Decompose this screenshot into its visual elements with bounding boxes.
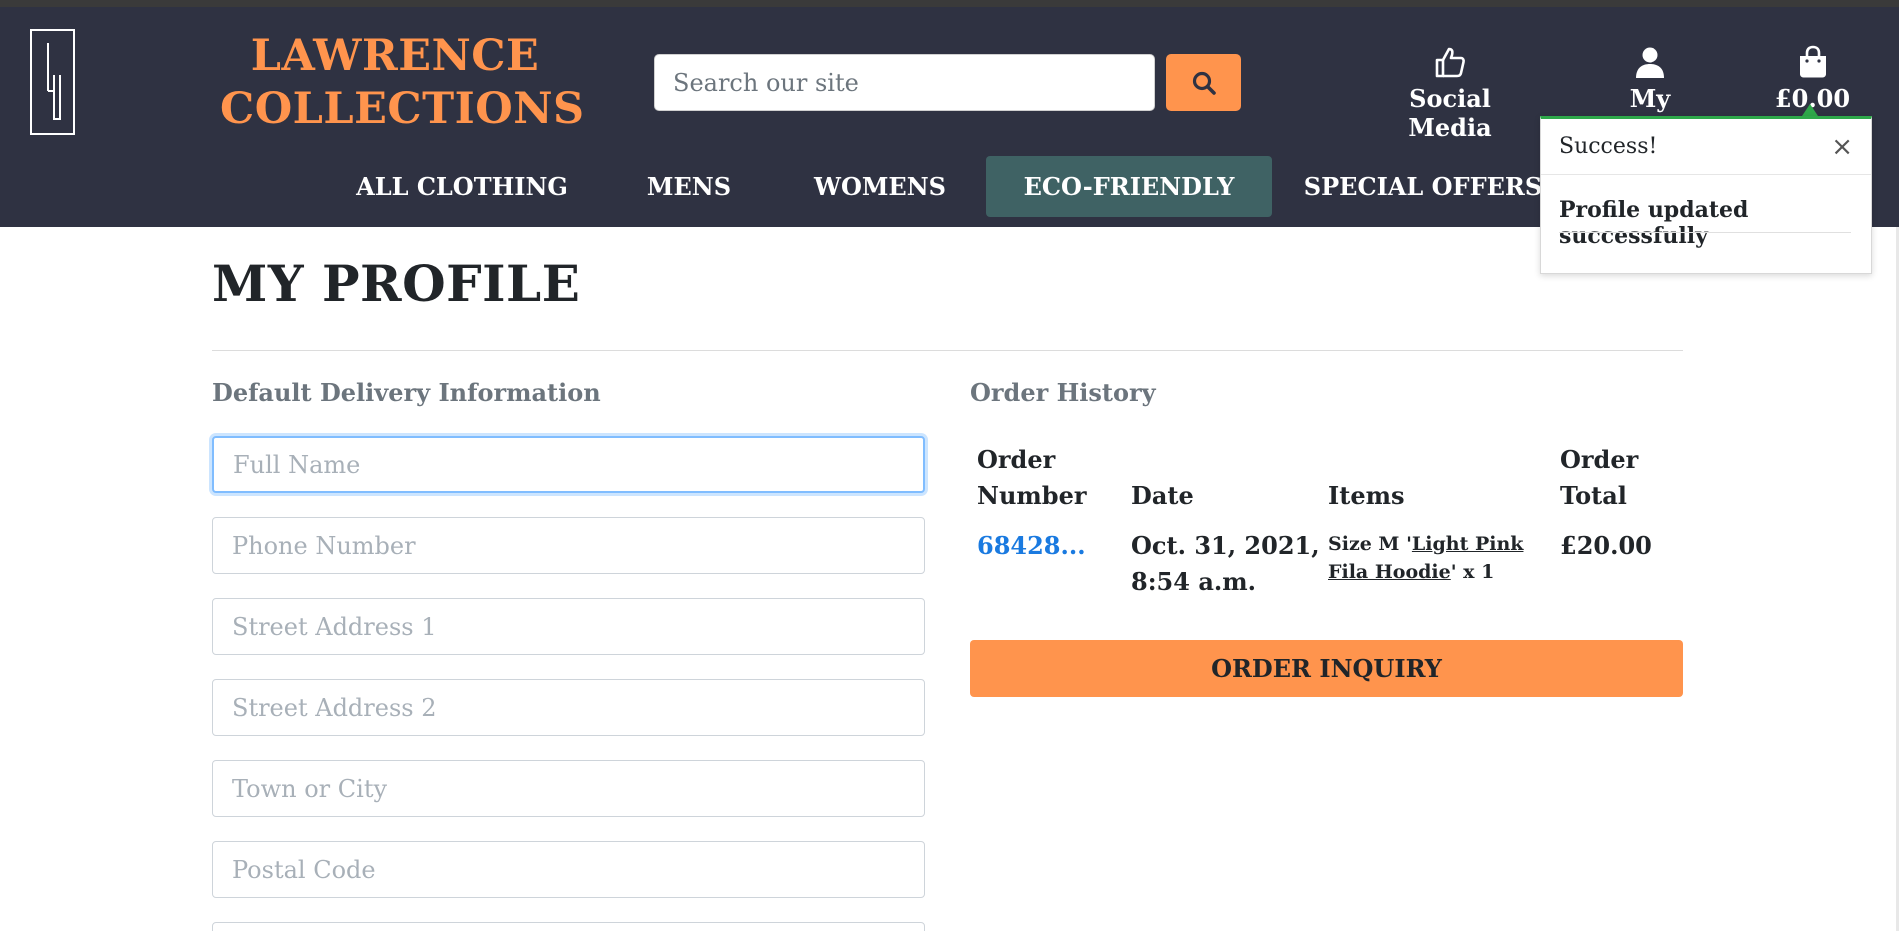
toast-divider [1559,232,1851,233]
page-title: MY PROFILE [212,254,581,313]
toast-header: Success! [1541,119,1871,175]
order-items-cell: Size M 'Light Pink Fila Hoodie' x 1 [1328,530,1558,586]
col-order-total: Order Total [1560,442,1638,514]
col-order-number-line1: Order [977,445,1056,474]
toast-message: Profile updated successfully [1559,197,1749,249]
social-media-label: Social Media [1408,84,1492,142]
full-name-field[interactable] [212,436,925,493]
success-toast: Success! × Profile updated successfully [1540,116,1872,274]
country-field-partial[interactable] [212,922,925,931]
col-items: Items [1328,481,1405,510]
shopping-bag-icon [1799,45,1826,78]
delivery-heading: Default Delivery Information [212,378,601,407]
search-icon [1192,71,1216,95]
browser-top-line [0,0,1899,7]
town-city-field[interactable] [212,760,925,817]
phone-number-field[interactable] [212,517,925,574]
order-history-heading: Order History [970,378,1156,407]
site-logo[interactable] [30,29,75,135]
street-address-2-field[interactable] [212,679,925,736]
shopping-bag-link[interactable]: £0.00 [1765,40,1860,113]
social-media-link[interactable]: Social Media [1370,40,1530,142]
search-button[interactable] [1166,54,1241,111]
item-prefix: Size M ' [1328,533,1412,555]
nav-eco-friendly[interactable]: ECO-FRIENDLY [986,156,1272,217]
nav-all-clothing[interactable]: ALL CLOTHING [352,156,572,217]
order-inquiry-button[interactable]: ORDER INQUIRY [970,640,1683,697]
order-total-cell: £20.00 [1560,531,1652,560]
brand-line-2: COLLECTIONS [220,84,585,134]
col-order-total-line2: Total [1560,481,1627,510]
toast-arrow [1802,104,1818,116]
order-date-line1: Oct. 31, 2021, [1131,531,1320,560]
order-date-line2: 8:54 a.m. [1131,567,1256,596]
order-number-link[interactable]: 68428... [977,531,1086,560]
user-icon [1636,47,1664,78]
search-input[interactable] [654,54,1155,111]
brand-line-1: LAWRENCE [250,31,540,81]
nav-womens[interactable]: WOMENS [806,156,954,217]
logo-monogram-icon [47,43,61,120]
close-icon[interactable]: × [1831,132,1853,162]
street-address-1-field[interactable] [212,598,925,655]
postal-code-field[interactable] [212,841,925,898]
brand-name[interactable]: LAWRENCE COLLECTIONS [220,30,585,136]
nav-special-offers[interactable]: SPECIAL OFFERS [1300,156,1546,217]
nav-mens[interactable]: MENS [628,156,750,217]
order-date-cell: Oct. 31, 2021, 8:54 a.m. [1131,528,1320,600]
col-order-number-line2: Number [977,481,1087,510]
toast-title: Success! [1559,134,1658,159]
col-order-total-line1: Order [1560,445,1639,474]
order-number-cell[interactable]: 68428... [977,528,1086,564]
col-order-number: Order Number [977,442,1086,514]
item-suffix: ' x 1 [1450,561,1495,583]
thumbs-up-icon [1435,47,1465,78]
col-date: Date [1131,481,1194,510]
title-divider [212,350,1683,351]
